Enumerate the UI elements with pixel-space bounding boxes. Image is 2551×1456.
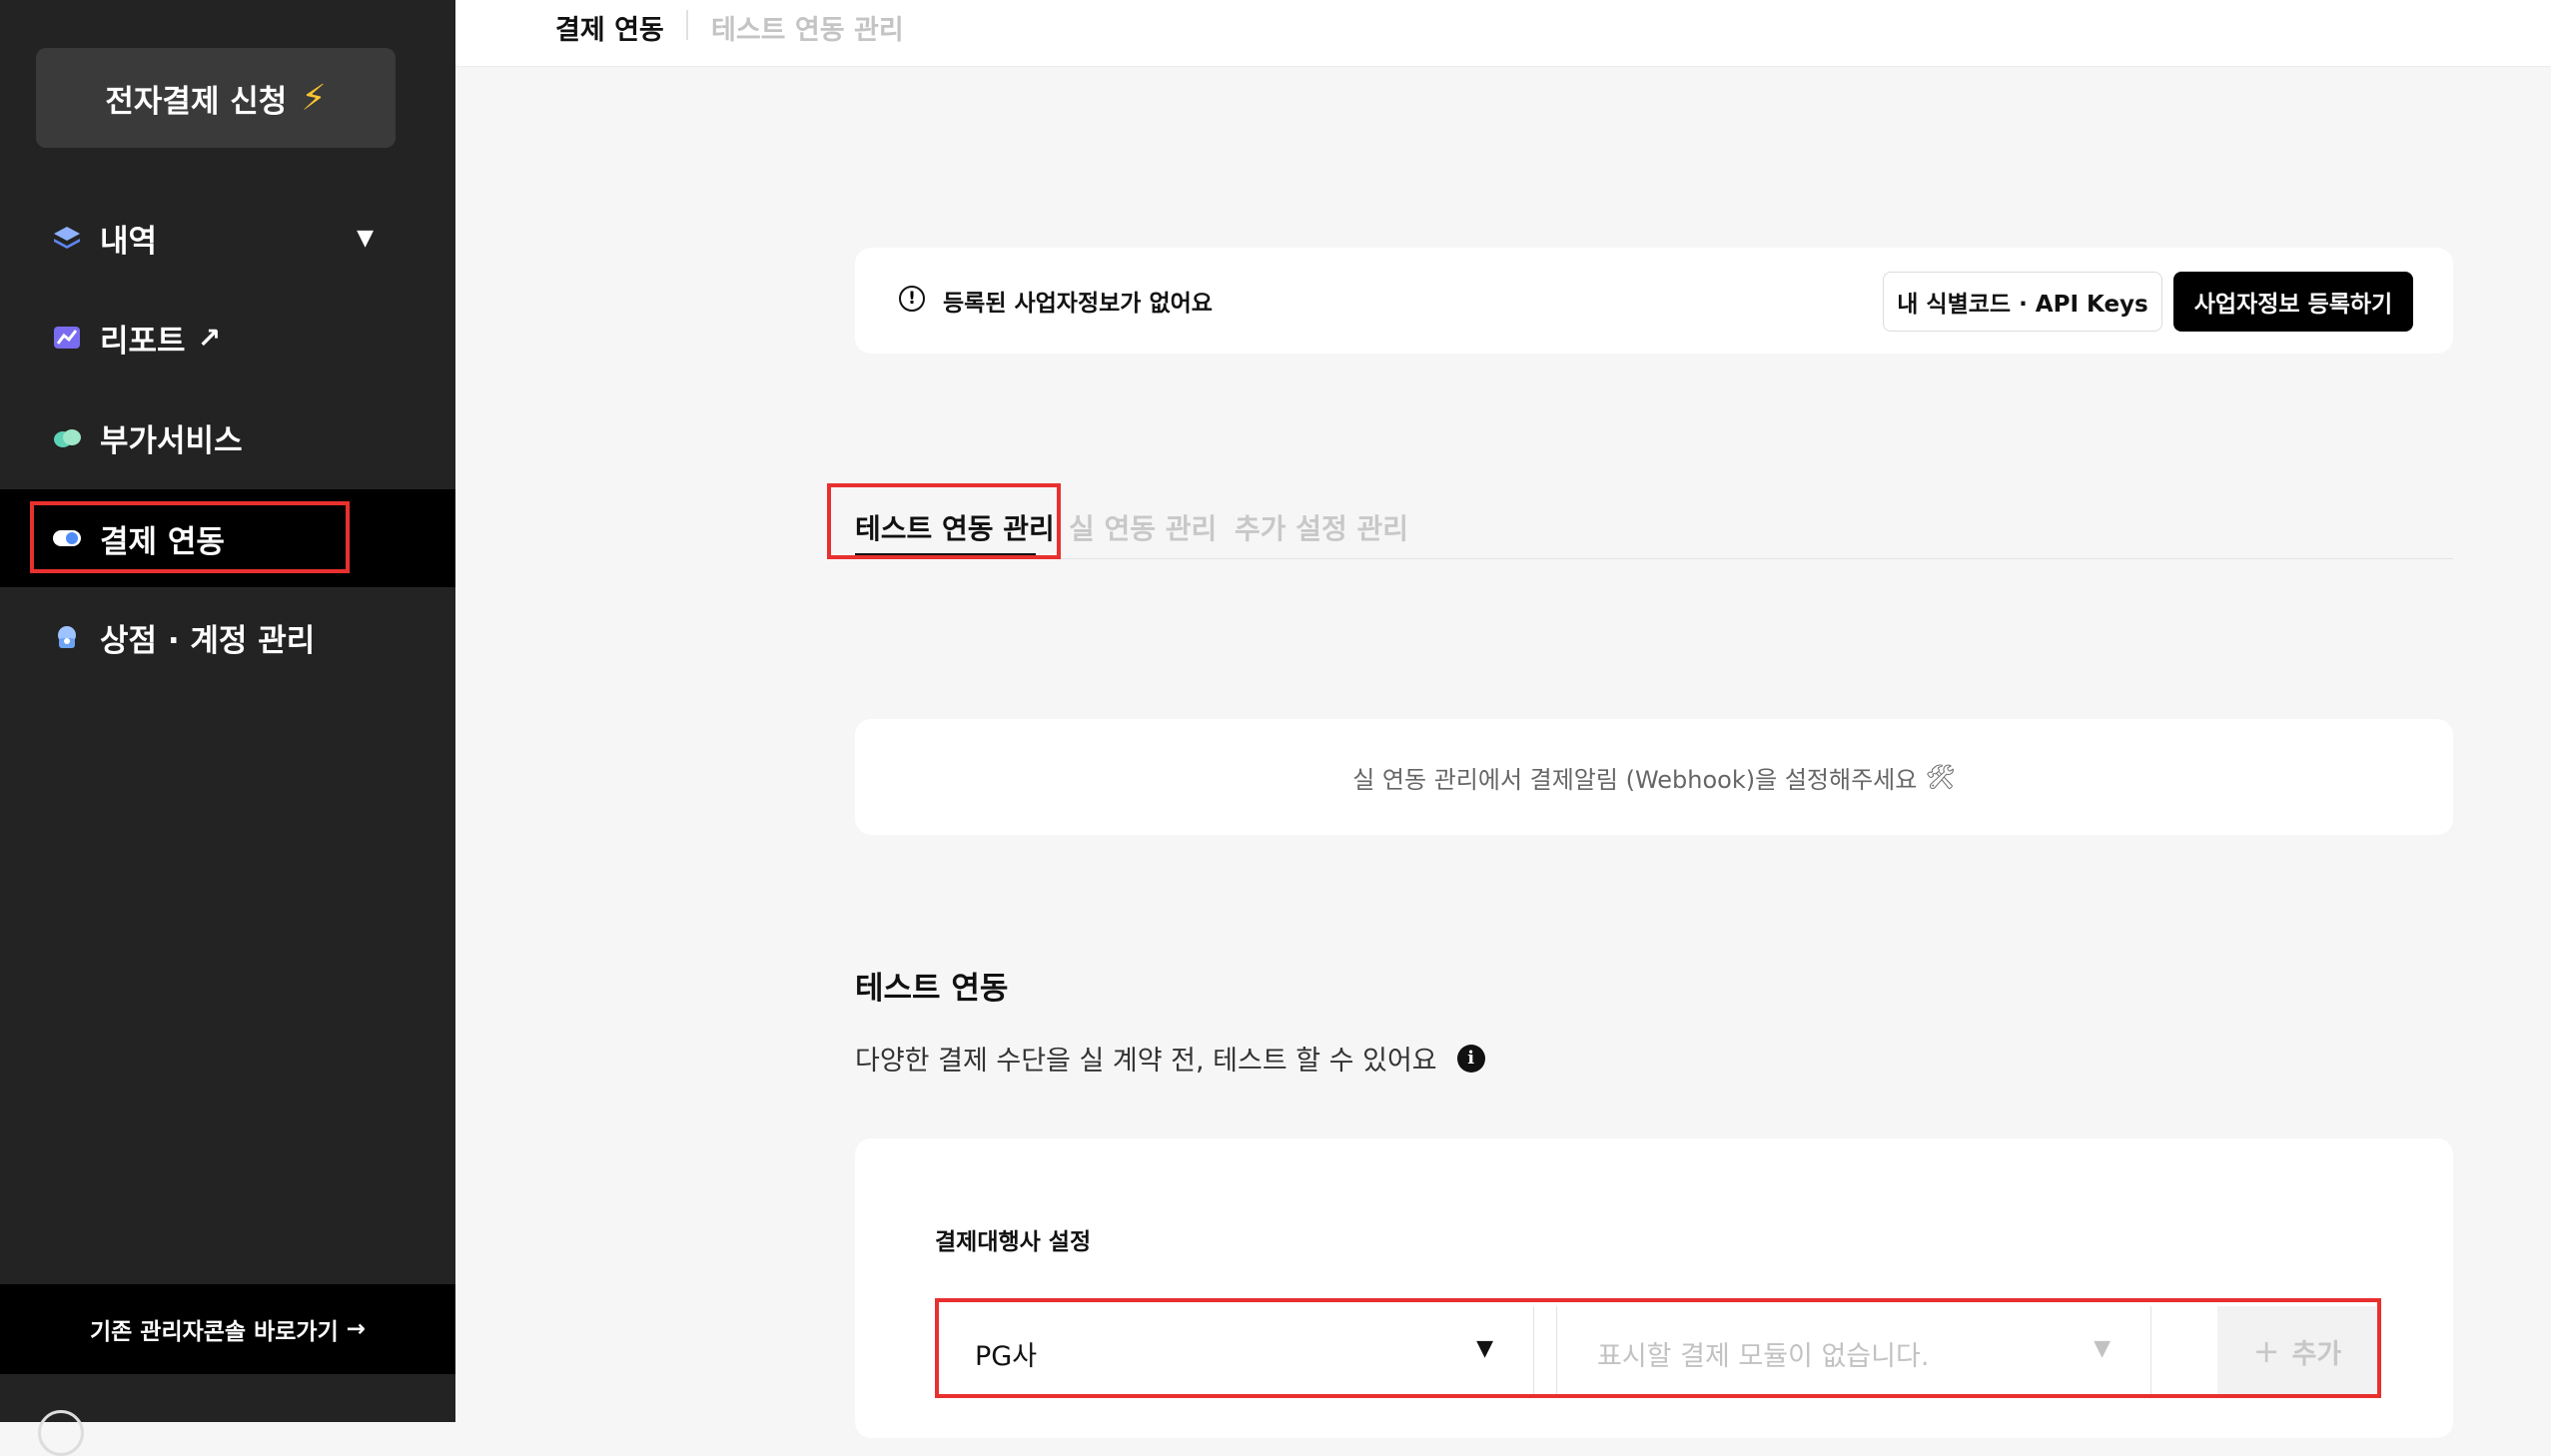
apply-payment-button[interactable]: 전자결제 신청 ⚡	[36, 48, 396, 148]
tools-icon: 🛠	[1925, 763, 1956, 791]
active-tab-indicator	[855, 553, 1036, 558]
chevron-down-icon: ▼	[2094, 1336, 2111, 1361]
layers-icon	[54, 227, 80, 249]
sidebar-item-label: 상점 · 계정 관리	[100, 622, 316, 659]
apply-button-label: 전자결제 신청	[105, 83, 288, 120]
sidebar-item-label: 결제 연동	[100, 523, 225, 560]
external-link-icon: ↗	[197, 321, 222, 355]
notice-message: 등록된 사업자정보가 없어요	[943, 291, 1213, 317]
webhook-info-card: 실 연동 관리에서 결제알림 (Webhook)을 설정해주세요 🛠	[855, 719, 2453, 835]
section-title: 테스트 연동	[855, 971, 1009, 1007]
api-keys-button[interactable]: 내 식별코드 · API Keys	[1883, 272, 2162, 332]
tabs-divider	[855, 558, 2453, 559]
chevron-down-icon[interactable]: ▼	[357, 226, 374, 251]
webhook-info-message: 실 연동 관리에서 결제알림 (Webhook)을 설정해주세요	[1352, 765, 1918, 794]
register-business-button[interactable]: 사업자정보 등록하기	[2173, 272, 2413, 332]
sidebar-item-payment-integration[interactable]: 결제 연동	[0, 489, 455, 587]
chevron-down-icon: ▼	[1476, 1336, 1493, 1361]
section-description: 다양한 결제 수단을 실 계약 전, 테스트 할 수 있어요 i	[855, 1039, 1485, 1078]
sidebar-item-report[interactable]: 리포트 ↗	[0, 290, 455, 385]
avatar[interactable]	[38, 1410, 84, 1456]
pg-select[interactable]: PG사 ▼	[937, 1306, 1534, 1396]
top-header: 결제 연동 테스트 연동 관리	[455, 0, 2551, 67]
cloud-icon	[54, 429, 81, 447]
pg-select-value: PG사	[975, 1341, 1038, 1372]
sidebar-item-label: 리포트	[100, 323, 186, 360]
sidebar-item-history[interactable]: 내역 ▼	[0, 190, 455, 286]
plus-icon: +	[2252, 1332, 2280, 1370]
page-title: 결제 연동	[555, 15, 664, 46]
sidebar-item-store-account[interactable]: 상점 · 계정 관리	[0, 589, 455, 685]
add-button-label: 추가	[2291, 1338, 2342, 1370]
sidebar-item-label: 부가서비스	[100, 422, 243, 459]
store-icon	[58, 626, 76, 648]
add-button[interactable]: + 추가	[2217, 1306, 2377, 1396]
tab-live-integration[interactable]: 실 연동 관리	[1069, 507, 1217, 547]
alert-circle-icon: !	[899, 286, 925, 312]
breadcrumb-current: 테스트 연동 관리	[711, 15, 904, 46]
toggle-icon	[53, 530, 81, 546]
arrow-right-icon: →	[346, 1316, 367, 1342]
tab-additional-settings[interactable]: 추가 설정 관리	[1235, 507, 1408, 547]
breadcrumb-divider	[686, 10, 688, 40]
sidebar: 전자결제 신청 ⚡ 내역 ▼ 리포트 ↗ 부가서비스 결제 연동 상점 · 계정…	[0, 0, 455, 1456]
legacy-console-link[interactable]: 기존 관리자콘솔 바로가기 →	[0, 1284, 455, 1374]
section-description-text: 다양한 결제 수단을 실 계약 전, 테스트 할 수 있어요	[855, 1046, 1437, 1077]
module-select-placeholder: 표시할 결제 모듈이 없습니다.	[1597, 1341, 1930, 1372]
lightning-icon: ⚡	[301, 77, 327, 119]
business-info-notice: ! 등록된 사업자정보가 없어요 내 식별코드 · API Keys 사업자정보…	[855, 248, 2453, 354]
chart-icon	[54, 327, 80, 349]
info-icon[interactable]: i	[1456, 1044, 1485, 1073]
sidebar-item-addon[interactable]: 부가서비스	[0, 389, 455, 485]
pg-settings-label: 결제대행사 설정	[935, 1229, 1092, 1255]
tab-test-integration[interactable]: 테스트 연동 관리	[855, 507, 1055, 547]
sidebar-item-label: 내역	[100, 223, 158, 260]
payment-module-select[interactable]: 표시할 결제 모듈이 없습니다. ▼	[1556, 1306, 2151, 1396]
pg-settings-card: 결제대행사 설정 PG사 ▼ 표시할 결제 모듈이 없습니다. ▼ + 추가	[855, 1138, 2453, 1438]
legacy-link-label: 기존 관리자콘솔 바로가기	[89, 1319, 339, 1345]
